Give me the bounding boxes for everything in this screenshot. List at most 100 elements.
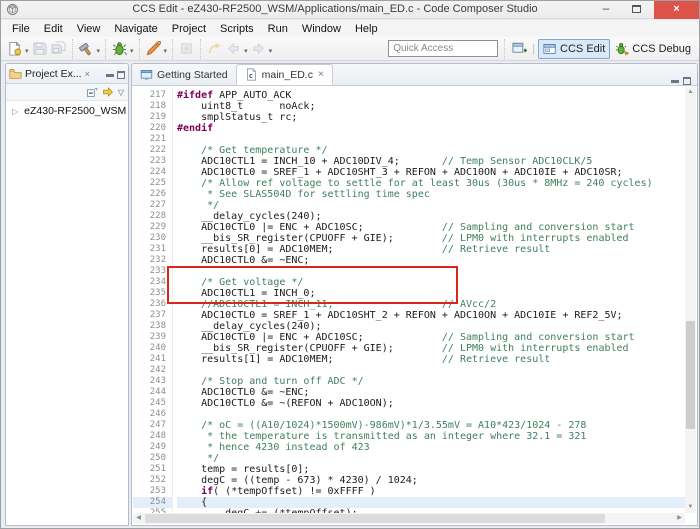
quick-access-input[interactable] — [388, 40, 499, 57]
line-number: 218 — [149, 101, 166, 111]
svg-text:c: c — [248, 71, 252, 80]
line-number: 241 — [149, 354, 166, 364]
horizontal-scrollbar[interactable]: ◀ ▶ — [133, 513, 685, 524]
line-number: 238 — [149, 321, 166, 331]
open-perspective-button[interactable] — [510, 40, 529, 57]
save-button[interactable] — [30, 40, 49, 57]
scroll-left-icon[interactable]: ◀ — [133, 513, 144, 524]
code-line: uint8_t noAck; — [177, 101, 316, 112]
code-line: ADC10CTL0 &= ~ENC; — [177, 387, 310, 398]
ccs-window: CCS Edit - eZ430-RF2500_WSM/Applications… — [0, 0, 700, 529]
menu-file[interactable]: File — [5, 22, 37, 36]
new-dropdown-icon[interactable]: ▾ — [25, 47, 29, 55]
line-number: 251 — [149, 464, 166, 474]
code-line: results[0] = ADC10MEM; // Retrieve resul… — [177, 244, 551, 255]
link-with-editor-icon[interactable] — [102, 86, 114, 98]
project-tree-item[interactable]: ▷ eZ430-RF2500_WSM — [6, 101, 128, 117]
line-number: 230 — [149, 233, 166, 243]
line-number: 240 — [149, 343, 166, 353]
editor-maximize-icon[interactable] — [683, 77, 691, 85]
editor-minimize-icon[interactable] — [671, 80, 679, 83]
line-number: 239 — [149, 332, 166, 342]
view-minimize-icon[interactable] — [106, 74, 114, 77]
code-line: ADC10CTL0 |= ENC + ADC10SC; // Sampling … — [177, 222, 635, 233]
menu-view[interactable]: View — [70, 22, 108, 36]
view-menu-icon[interactable]: ▽ — [118, 88, 124, 97]
horizontal-scroll-thumb[interactable] — [145, 514, 605, 523]
perspective-ccs-debug[interactable]: CCS Debug — [610, 39, 696, 59]
target-config-button[interactable] — [177, 40, 196, 57]
tab-close-icon[interactable]: × — [318, 69, 324, 80]
perspective-ccs-edit[interactable]: CCS Edit — [538, 38, 611, 59]
perspective-separator: | — [532, 42, 536, 55]
new-button[interactable] — [5, 40, 24, 57]
minimize-button[interactable]: – — [593, 1, 619, 19]
folder-icon — [9, 69, 22, 79]
line-number: 237 — [149, 310, 166, 320]
code-line: * hence 4230 instead of 423 — [177, 442, 370, 453]
line-number: 248 — [149, 431, 166, 441]
close-button[interactable]: × — [654, 1, 699, 19]
line-number: 229 — [149, 222, 166, 232]
code-line: __delay_cycles(240); — [177, 211, 322, 222]
line-number: 222 — [149, 145, 166, 155]
tab-getting-started[interactable]: Getting Started — [132, 64, 236, 85]
menu-navigate[interactable]: Navigate — [107, 22, 164, 36]
maximize-button[interactable] — [623, 1, 649, 19]
back-dropdown-icon[interactable]: ▾ — [244, 47, 248, 55]
menu-window[interactable]: Window — [295, 22, 348, 36]
line-number: 223 — [149, 156, 166, 166]
code-line: temp = results[0]; — [177, 464, 310, 475]
code-line: results[1] = ADC10MEM; // Retrieve resul… — [177, 354, 551, 365]
save-all-button[interactable] — [49, 40, 68, 57]
titlebar[interactable]: CCS Edit - eZ430-RF2500_WSM/Applications… — [1, 1, 699, 19]
last-edit-location-button[interactable] — [205, 40, 224, 57]
code-line: * See SLAS504D for settling time spec — [177, 189, 430, 200]
vertical-scroll-thumb[interactable] — [686, 321, 695, 429]
build-button[interactable] — [77, 40, 96, 57]
view-close-icon[interactable]: × — [85, 69, 90, 79]
menubar: File Edit View Navigate Project Scripts Run Win… — [1, 20, 699, 37]
code-line: __bis_SR_register(CPUOFF + GIE); // LPM0… — [177, 343, 629, 354]
code-line: */ — [177, 200, 220, 211]
scroll-right-icon[interactable]: ▶ — [674, 513, 685, 524]
project-explorer-tab[interactable]: Project Ex... — [25, 68, 82, 80]
forward-button[interactable] — [249, 40, 268, 57]
line-number: 227 — [149, 200, 166, 210]
line-number: 253 — [149, 486, 166, 496]
code-line: /* Stop and turn off ADC */ — [177, 376, 364, 387]
back-button[interactable] — [224, 40, 243, 57]
code-line: ADC10CTL0 = SREF_1 + ADC10SHT_3 + REFON … — [177, 167, 623, 178]
menu-scripts[interactable]: Scripts — [213, 22, 261, 36]
window-title: CCS Edit - eZ430-RF2500_WSM/Applications… — [132, 3, 538, 15]
forward-dropdown-icon[interactable]: ▾ — [269, 47, 273, 55]
menu-run[interactable]: Run — [261, 22, 295, 36]
highlight-box — [167, 266, 458, 304]
line-number: 244 — [149, 387, 166, 397]
debug-button[interactable] — [110, 40, 129, 57]
flash-dropdown-icon[interactable]: ▾ — [164, 47, 168, 55]
tree-expander-icon[interactable]: ▷ — [12, 107, 18, 116]
menu-help[interactable]: Help — [348, 22, 385, 36]
code-line: ADC10CTL0 &= ~(REFON + ADC10ON); — [177, 398, 394, 409]
code-line: ADC10CTL0 |= ENC + ADC10SC; // Sampling … — [177, 332, 635, 343]
project-explorer-toolbar: ▽ — [6, 84, 128, 101]
line-number: 243 — [149, 376, 166, 386]
ccs-edit-icon — [543, 43, 556, 54]
project-explorer-header: Project Ex... × — [6, 64, 128, 84]
flash-button[interactable] — [144, 40, 163, 57]
vertical-scrollbar[interactable]: ▲ ▼ — [685, 87, 696, 513]
line-number: 225 — [149, 178, 166, 188]
tab-main-ed-c[interactable]: c main_ED.c × — [235, 64, 333, 85]
build-dropdown-icon[interactable]: ▾ — [97, 47, 101, 55]
line-number: 217 — [149, 90, 166, 100]
menu-project[interactable]: Project — [165, 22, 213, 36]
scroll-down-icon[interactable]: ▼ — [685, 502, 696, 513]
debug-dropdown-icon[interactable]: ▾ — [130, 47, 134, 55]
menu-edit[interactable]: Edit — [37, 22, 70, 36]
collapse-all-icon[interactable] — [86, 86, 98, 98]
view-maximize-icon[interactable] — [117, 71, 125, 79]
scroll-up-icon[interactable]: ▲ — [685, 87, 696, 98]
